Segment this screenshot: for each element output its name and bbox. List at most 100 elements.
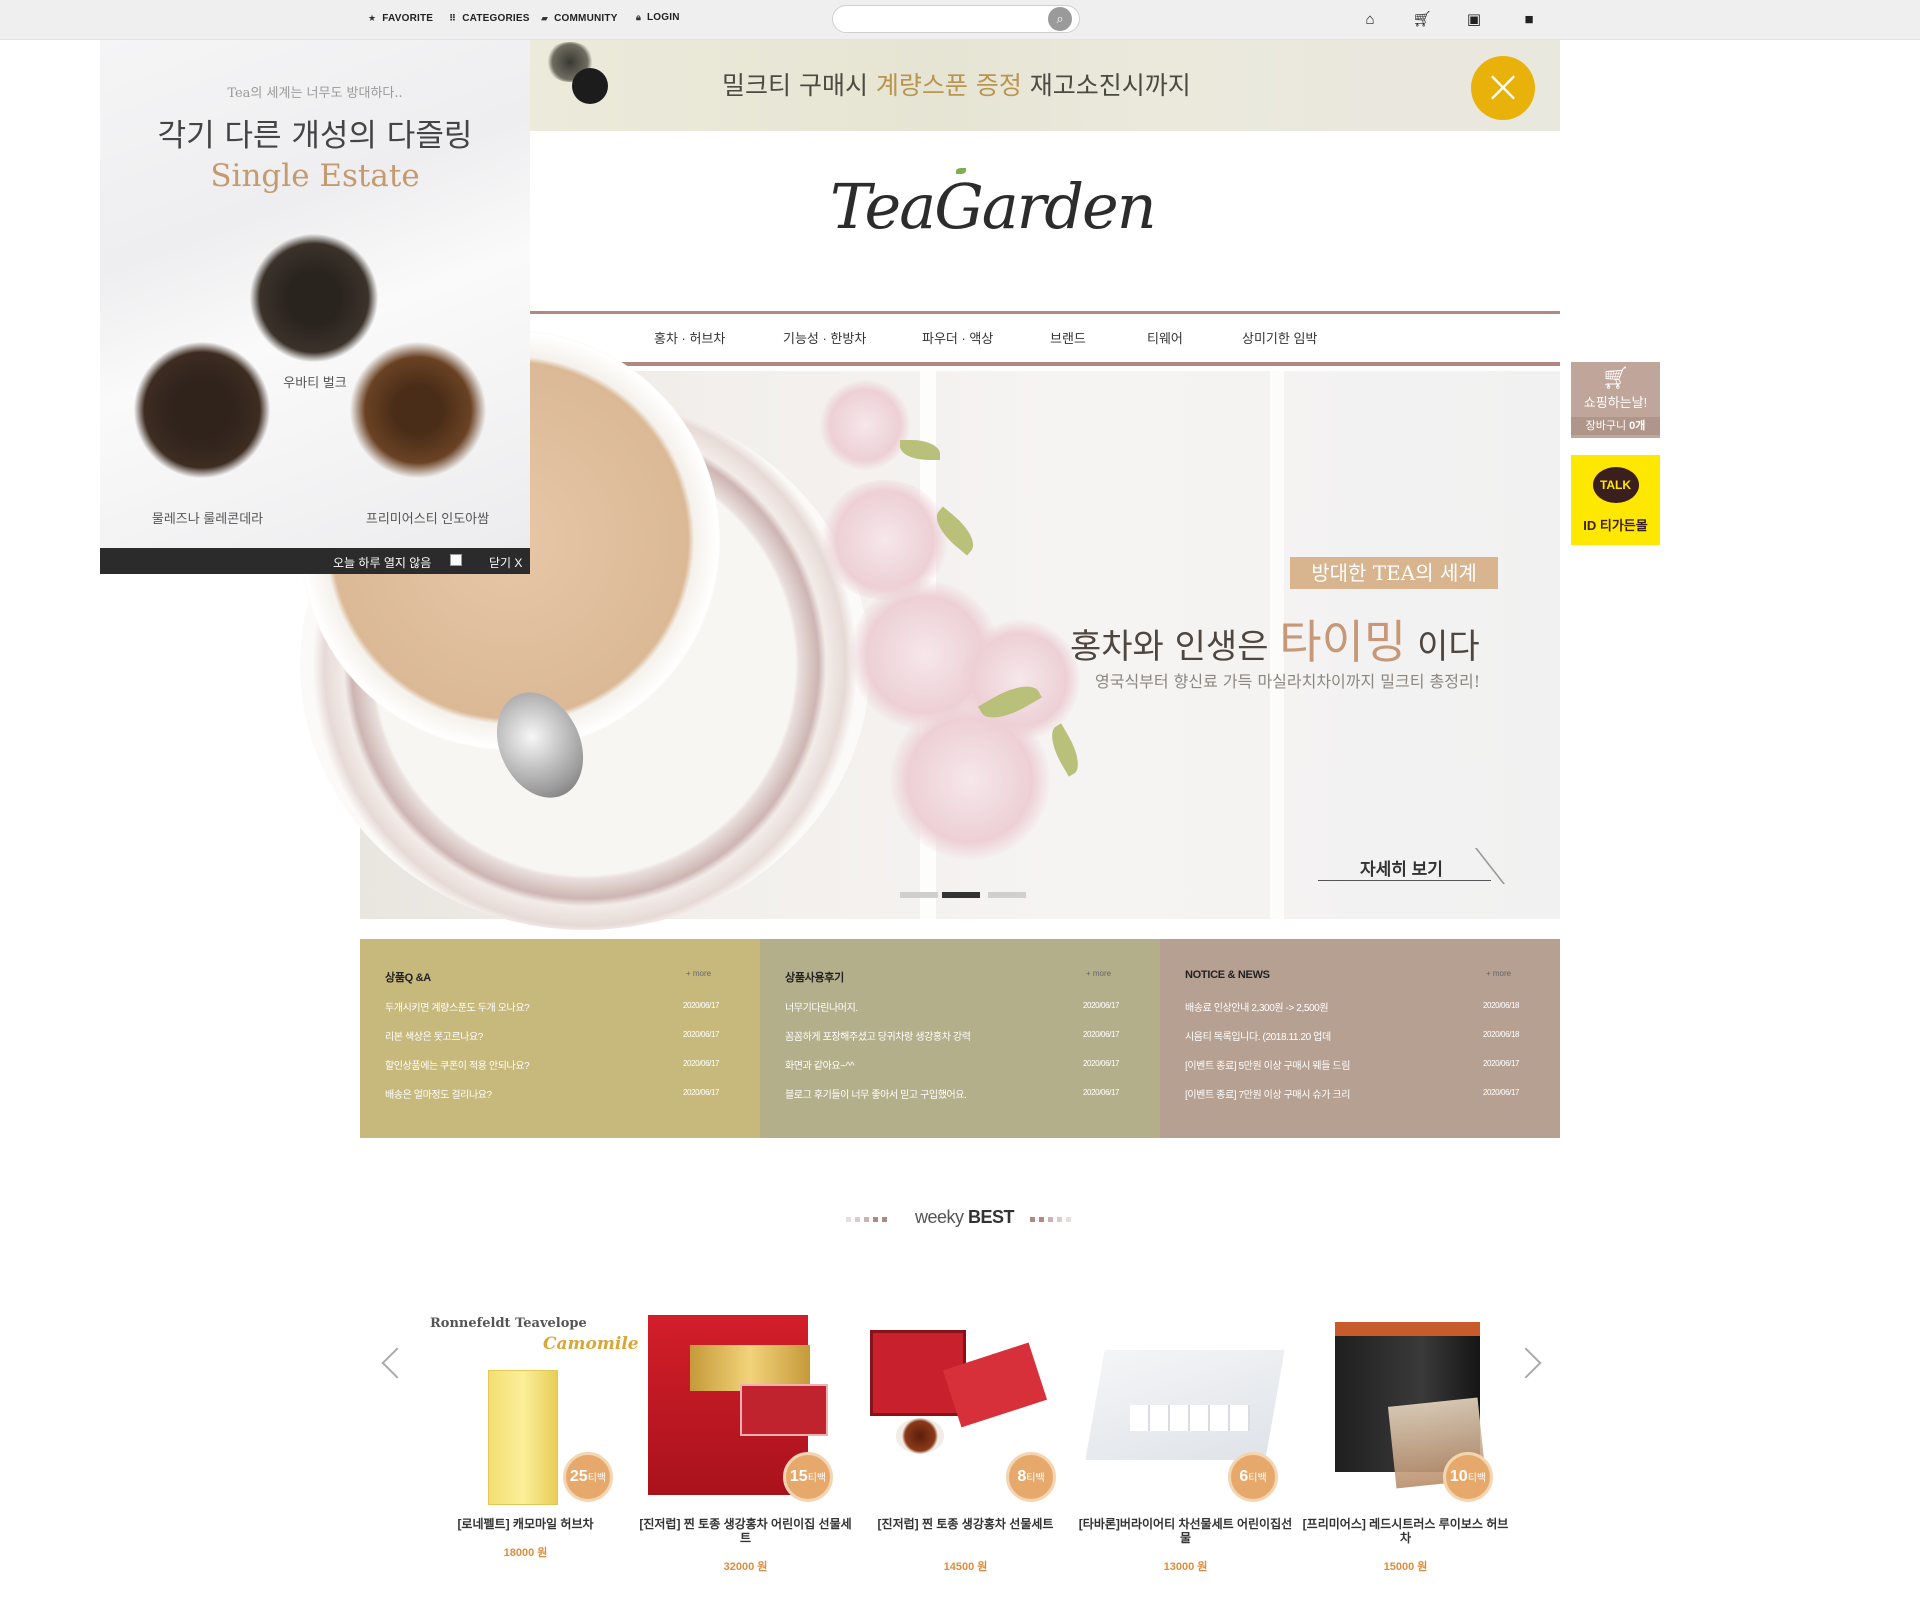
nav-item-brand[interactable]: 브랜드 bbox=[1050, 328, 1086, 347]
cart-title: 쇼핑하는날! bbox=[1583, 395, 1648, 410]
gift-icon[interactable]: ▣ bbox=[1465, 10, 1483, 28]
board-1: 상품Q &A + more 두개시키면 계량스푼도 두개 오나요? 2020/06/1… bbox=[360, 939, 760, 1138]
nav-item-powder-liquid[interactable]: 파우더 · 액상 bbox=[922, 328, 993, 347]
board-row[interactable]: 화면과 같아요~^^ bbox=[785, 1057, 855, 1072]
login-link[interactable]: 🔒︎ LOGIN bbox=[636, 12, 680, 23]
hero-more-underline bbox=[1318, 880, 1491, 881]
board-row[interactable]: 배송료 인상안내 2,300원 -> 2,500원 bbox=[1185, 999, 1329, 1014]
cart-icon[interactable]: 🛒︎ bbox=[1412, 10, 1431, 28]
popup-caption: Tea의 세계는 너무도 방대하다.. bbox=[227, 86, 403, 101]
talk-id: ID 티가든몰 bbox=[1583, 518, 1648, 533]
board-row[interactable]: [이벤트 종료] 7만원 이상 구매시 슈가 크리 bbox=[1185, 1086, 1350, 1101]
tea-leaves-2 bbox=[134, 342, 270, 478]
teabag-count-badge: 8티백 bbox=[1006, 1452, 1056, 1502]
board-row-date: 2020/06/17 bbox=[683, 1088, 720, 1097]
board-more-link[interactable]: + more bbox=[1486, 969, 1511, 978]
popup-tea-3-label: 프리미어스티 인도아쌈 bbox=[365, 511, 490, 526]
board-row-date: 2020/06/17 bbox=[1083, 1030, 1120, 1039]
product-2-box bbox=[740, 1384, 828, 1436]
board-row[interactable]: 배송은 얼마정도 걸리나요? bbox=[385, 1086, 492, 1101]
board-row[interactable]: 할인상품에는 쿠폰이 적용 안되나요? bbox=[385, 1057, 530, 1072]
product-price: 18000 원 bbox=[503, 1547, 548, 1559]
board-row[interactable]: 꼼꼼하게 포장해주셨고 당귀차랑 생강홍차 강력 bbox=[785, 1028, 971, 1043]
slide-dot-1[interactable] bbox=[900, 892, 938, 898]
title-dots-right bbox=[1030, 1217, 1071, 1222]
search-input[interactable] bbox=[832, 5, 1080, 33]
board-row-date: 2020/06/17 bbox=[1083, 1059, 1120, 1068]
cart-count: 0개 bbox=[1629, 420, 1646, 432]
sidebar-kakao-talk[interactable]: TALK ID 티가든몰 bbox=[1571, 455, 1660, 545]
site-logo[interactable]: TeaGarden bbox=[830, 170, 1157, 243]
community-link[interactable]: ▰ COMMUNITY bbox=[541, 13, 618, 24]
lock-icon: 🔒︎ bbox=[636, 12, 641, 22]
product-4-tea-bags bbox=[1130, 1405, 1250, 1431]
grid-icon: ⠿ bbox=[449, 13, 457, 23]
board-title[interactable]: NOTICE & NEWS bbox=[1185, 969, 1270, 981]
nav-item-black-herb-tea[interactable]: 홍차 · 허브차 bbox=[654, 328, 725, 347]
board-title[interactable]: 상품Q &A bbox=[385, 969, 431, 985]
speech-bubble-icon: ▰ bbox=[541, 13, 549, 23]
leaf-icon bbox=[956, 168, 966, 174]
hero-title: 홍차와 인생은 타이밍 이다 bbox=[1070, 615, 1480, 669]
home-icon[interactable]: ⌂ bbox=[1361, 10, 1379, 28]
product-name[interactable]: [프리미어스] 레드시트러스 루이보스 허브차 bbox=[1298, 1517, 1513, 1545]
teabag-count-badge: 6티백 bbox=[1228, 1452, 1278, 1502]
nav-item-functional-tea[interactable]: 기능성 · 한방차 bbox=[783, 328, 866, 347]
board-row[interactable]: [이벤트 종료] 5만원 이상 구매시 웨들 드림 bbox=[1185, 1057, 1350, 1072]
slide-dot-2[interactable] bbox=[942, 892, 980, 898]
product-name[interactable]: [진저럽] 찐 토종 생강홍차 어린이집 선물세트 bbox=[638, 1517, 853, 1545]
board-row[interactable]: 시음티 목록입니다. (2018.11.20 업데 bbox=[1185, 1028, 1331, 1043]
board-more-link[interactable]: + more bbox=[1086, 969, 1111, 978]
board-row[interactable]: 두개시키면 계량스푼도 두개 오나요? bbox=[385, 999, 530, 1014]
popup-footer: 오늘 하루 열지 않음 닫기 X bbox=[100, 548, 530, 574]
popup-title: 각기 다른 개성의 다즐링 bbox=[157, 118, 473, 154]
close-icon: × bbox=[1483, 59, 1523, 113]
board-title[interactable]: 상품사용후기 bbox=[785, 969, 844, 985]
popup-subtitle: Single Estate bbox=[210, 158, 420, 194]
product-1-image[interactable] bbox=[488, 1370, 558, 1505]
promo-highlight: 계량스푼 증정 bbox=[875, 71, 1022, 100]
blossom-image bbox=[820, 380, 910, 470]
search-button[interactable]: ⌕ bbox=[1048, 7, 1072, 31]
board-row-date: 2020/06/17 bbox=[1483, 1059, 1520, 1068]
promo-close-button[interactable]: × bbox=[1471, 56, 1535, 120]
board-2: 상품사용후기 + more 너무기다린나머지. 2020/06/17 꼼꼼하게 포장해주… bbox=[760, 939, 1160, 1138]
board-row-date: 2020/06/17 bbox=[683, 1030, 720, 1039]
categories-link[interactable]: ⠿ CATEGORIES bbox=[449, 13, 530, 24]
sidebar-cart[interactable]: 🛒︎ 쇼핑하는날! 장바구니 0개 bbox=[1571, 362, 1660, 438]
popup-close-button[interactable]: 닫기 X bbox=[489, 554, 522, 571]
teabag-count-badge: 25티백 bbox=[563, 1452, 613, 1502]
product-name[interactable]: [진저럽] 찐 토종 생강홍차 선물세트 bbox=[858, 1517, 1073, 1531]
nav-item-expiring[interactable]: 상미기한 임박 bbox=[1242, 328, 1317, 347]
tea-leaves-3 bbox=[350, 342, 486, 478]
book-icon[interactable]: ■ bbox=[1520, 10, 1538, 28]
carousel-prev-button[interactable] bbox=[381, 1347, 413, 1379]
favorite-link[interactable]: ★ FAVORITE bbox=[368, 13, 433, 24]
product-price: 14500 원 bbox=[943, 1561, 988, 1573]
measuring-spoon bbox=[572, 68, 608, 104]
popup-tea-2-label: 물레즈나 룰레콘데라 bbox=[151, 511, 264, 526]
popup-window[interactable]: Tea의 세계는 너무도 방대하다.. 각기 다른 개성의 다즐링 Single… bbox=[100, 40, 530, 548]
board-row[interactable]: 리본 색상은 못고르나요? bbox=[385, 1028, 483, 1043]
board-more-link[interactable]: + more bbox=[686, 969, 711, 978]
title-dots-left bbox=[846, 1217, 887, 1222]
promo-text: 밀크티 구매시 계량스푼 증정 재고소진시까지 bbox=[722, 71, 1191, 100]
teabag-count-badge: 10티백 bbox=[1443, 1452, 1493, 1502]
board-row-date: 2020/06/17 bbox=[683, 1001, 720, 1010]
cart-icon: 🛒︎ bbox=[1601, 365, 1630, 390]
board-row[interactable]: 너무기다린나머지. bbox=[785, 999, 858, 1014]
product-name[interactable]: [타바론]버라이어티 차선물세트 어린이집선물 bbox=[1078, 1517, 1293, 1545]
slide-dot-3[interactable] bbox=[988, 892, 1026, 898]
nav-item-teaware[interactable]: 티웨어 bbox=[1147, 328, 1183, 347]
product-name[interactable]: [로네펠트] 캐모마일 허브차 bbox=[418, 1517, 633, 1531]
hero-more-button[interactable]: 자세히 보기 bbox=[1360, 855, 1443, 880]
carousel-next-button[interactable] bbox=[1510, 1347, 1542, 1379]
weekly-best-title: weeky BEST bbox=[915, 1207, 1015, 1227]
board-row-date: 2020/06/18 bbox=[1483, 1030, 1520, 1039]
popup-no-today-checkbox[interactable] bbox=[450, 554, 462, 566]
product-price: 13000 원 bbox=[1163, 1561, 1208, 1573]
board-row[interactable]: 블로그 후기들이 너무 좋아서 믿고 구입했어요. bbox=[785, 1086, 967, 1101]
board-row-date: 2020/06/17 bbox=[683, 1059, 720, 1068]
product-1-brand-text: Ronnefeldt Teavelope bbox=[430, 1316, 587, 1331]
teabag-count-badge: 15티백 bbox=[783, 1452, 833, 1502]
